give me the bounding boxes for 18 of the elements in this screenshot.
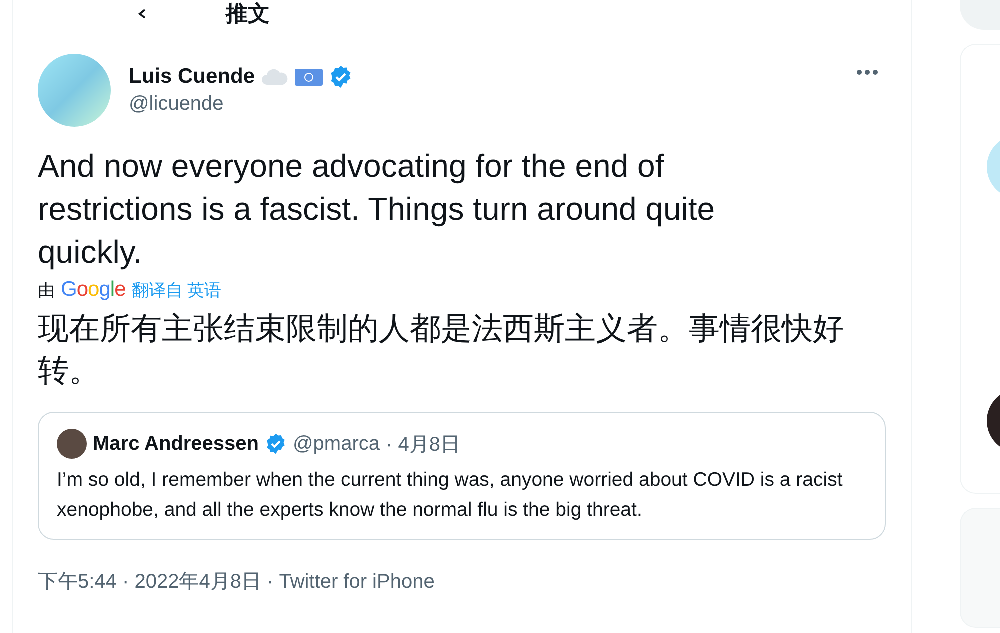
quoted-date: · 4月8日 bbox=[386, 432, 460, 458]
quoted-avatar bbox=[57, 429, 87, 459]
page-title: 推文 bbox=[226, 3, 270, 25]
quoted-text: I’m so old, I remember when the current thing was, anyone worried about COVID is a racist xenophobe, and all the experts know the normal flu is the big threat. bbox=[57, 468, 844, 523]
cloud-icon bbox=[261, 67, 290, 87]
quoted-tweet[interactable]: Marc Andreessen @pmarca · 4月8日 I’m so old, I remember when the current thing was, anyone worried about COVID is a racist xenophobe, and all the experts know the normal flu is the big threat. bbox=[38, 412, 886, 540]
google-logo: Google bbox=[61, 278, 126, 302]
tweet-timestamp: 下午5:44 · 2022年4月8日 · Twitter for iPhone bbox=[38, 570, 436, 595]
author-name[interactable]: Luis Cuende bbox=[129, 65, 256, 89]
flag-icon bbox=[295, 67, 324, 87]
tweet-text: And now everyone advocating for the end of restrictions is a fascist. Things turn around quite quickly. bbox=[38, 147, 716, 272]
quoted-author-name: Marc Andreessen bbox=[93, 432, 259, 456]
verified-badge-icon bbox=[329, 65, 354, 89]
translated-text: 现在所有主张结束限制的人都是法西斯主义者。事情很快好转。 bbox=[38, 310, 845, 390]
translated-by-label: 由 bbox=[38, 280, 55, 302]
author-handle[interactable]: @licuende bbox=[129, 93, 835, 116]
verified-badge-icon bbox=[265, 433, 287, 455]
quoted-author-handle: @pmarca bbox=[293, 432, 380, 456]
